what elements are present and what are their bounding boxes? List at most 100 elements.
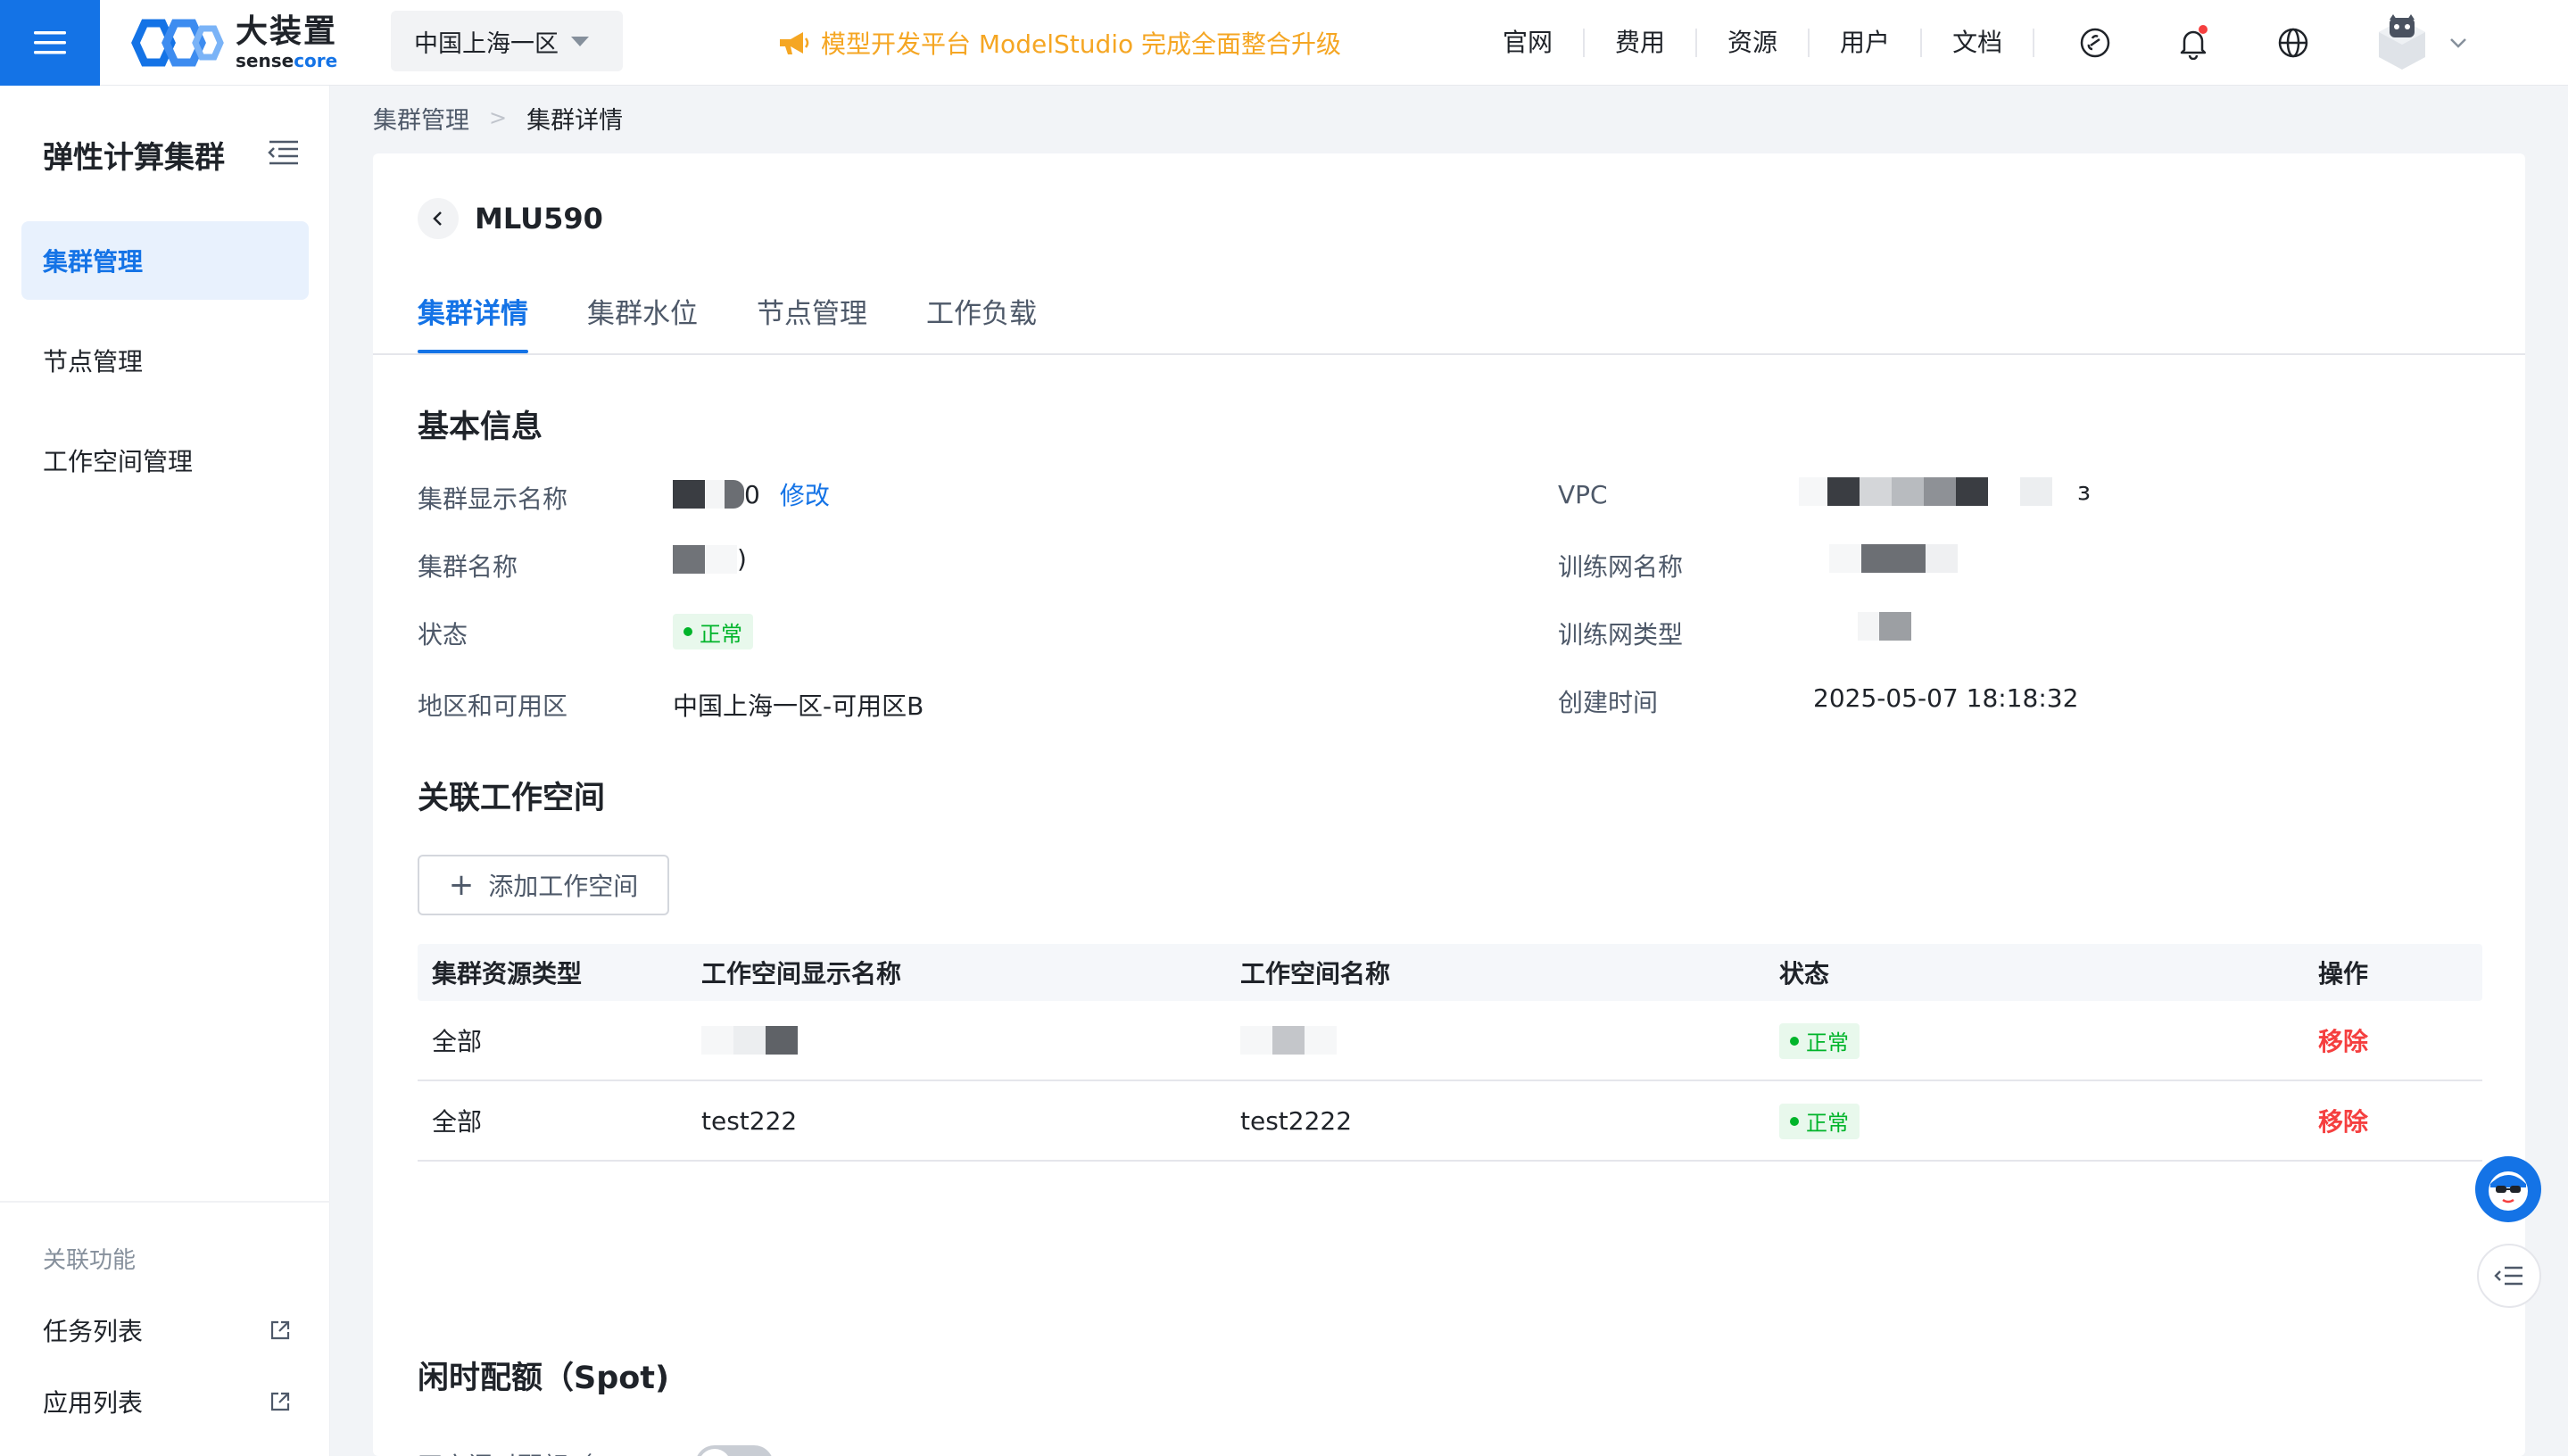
value-vpc: ɜ [1799,476,2091,506]
sidebar-divider [0,1201,330,1203]
label-display-name: 集群显示名称 [418,484,568,514]
cell-workspace-display-name: test222 [701,1105,798,1136]
column-header: 集群资源类型 [432,959,583,989]
chevron-left-icon [433,211,442,226]
remove-workspace-link[interactable]: 移除 [2318,1027,2368,1056]
collapse-sidebar-icon[interactable] [266,136,302,172]
label-status: 状态 [418,620,468,649]
top-nav: 官网 费用 资源 用户 文档 [1472,21,2035,64]
brand-name-cn: 大装置 [236,13,338,50]
redacted-block [1956,476,1988,506]
label-training-network-name: 训练网名称 [1558,552,1684,582]
floating-menu-button[interactable] [2477,1244,2541,1308]
workspace-table: 集群资源类型 工作空间显示名称 工作空间名称 状态 操作 全部 正常 移除 全部… [418,944,2482,1162]
value-region: 中国上海一区-可用区B [673,691,924,721]
redacted-block [1827,476,1860,506]
display-name-tail: 0 [744,479,760,509]
sidebar-item-workspace-management[interactable]: 工作空间管理 [21,421,309,500]
assistant-bot-icon[interactable] [2475,1156,2541,1222]
list-collapse-icon [2494,1266,2522,1286]
redacted-block [1861,544,1926,573]
nav-users[interactable]: 用户 [1810,29,1923,57]
section-title-workspaces: 关联工作空间 [418,781,606,816]
back-button[interactable] [418,198,459,239]
brand-logo[interactable]: 大装置 sensecore [128,12,337,73]
sidebar-link-app-list[interactable]: 应用列表 [43,1379,293,1424]
tab-node-management[interactable]: 节点管理 [757,293,867,353]
breadcrumb-parent[interactable]: 集群管理 [373,101,469,136]
tab-cluster-watermark[interactable]: 集群水位 [587,293,698,353]
section-title-spot: 闲时配额（Spot) [418,1361,670,1396]
cell-workspace-name: test2222 [1240,1105,1353,1136]
chain-icon[interactable] [2070,18,2120,68]
tabs-divider [373,353,2525,355]
region-selector-value: 中国上海一区 [414,29,559,58]
spot-setting-row: 开启闲时配额（Spot) [418,1445,774,1456]
external-link-icon [270,1320,290,1340]
redacted-block [1858,612,1879,641]
chevron-down-icon [2450,38,2466,48]
globe-icon[interactable] [2268,18,2318,68]
nav-billing[interactable]: 费用 [1585,29,1698,57]
label-region: 地区和可用区 [418,691,568,721]
sidebar-item-node-management[interactable]: 节点管理 [21,321,309,400]
remove-workspace-link[interactable]: 移除 [2318,1107,2368,1137]
status-dot [683,627,692,636]
bell-icon[interactable] [2168,18,2218,68]
redacted-block [1272,1026,1305,1055]
detail-tabs: 集群详情 集群水位 节点管理 工作负载 [418,293,1096,353]
redacted-block [2020,476,2052,506]
spot-toggle[interactable] [694,1445,774,1456]
menu-icon[interactable] [0,0,100,86]
nav-docs[interactable]: 文档 [1922,29,2035,57]
value-training-network-type [1858,612,1911,641]
breadcrumb-separator: > [489,105,508,130]
label-training-network-type: 训练网类型 [1558,620,1684,649]
table-row: 全部 正常 移除 [418,1001,2482,1081]
announcement-banner[interactable]: 模型开发平台 ModelStudio 完成全面整合升级 [778,21,1341,64]
sidebar: 弹性计算集群 集群管理 节点管理 工作空间管理 关联功能 任务列表 应用列表 [0,86,330,1456]
redacted-block [1829,544,1861,573]
status-badge: 正常 [1779,1103,1860,1139]
add-workspace-button[interactable]: + 添加工作空间 [418,855,669,915]
brand-name-en: sensecore [236,50,338,71]
redacted-block [705,480,725,509]
sidebar-link-task-list[interactable]: 任务列表 [43,1308,293,1353]
top-bar: 大装置 sensecore 中国上海一区 模型开发平台 ModelStudio … [0,0,2568,86]
vpc-tail: ɜ [2077,476,2091,506]
redacted-block [1240,1026,1272,1055]
redacted-block [1926,544,1958,573]
redacted-block [673,480,705,509]
toggle-knob [698,1449,731,1456]
sidebar-item-label: 集群管理 [43,247,144,277]
redacted-block [1879,612,1911,641]
spot-toggle-label: 开启闲时配额（Spot) [418,1447,659,1456]
value-training-network-name [1829,544,1958,573]
region-selector[interactable]: 中国上海一区 [391,11,623,71]
label-cluster-name: 集群名称 [418,552,518,582]
redacted-block [673,544,705,574]
sidebar-header: 弹性计算集群 [43,132,302,177]
redacted-block [725,480,744,509]
status-dot [1790,1036,1799,1046]
cell-resource-type: 全部 [432,1107,483,1137]
nav-official-site[interactable]: 官网 [1472,29,1586,57]
cluster-name-tail: ) [737,544,747,574]
plus-icon: + [448,867,475,903]
breadcrumb-current: 集群详情 [526,106,624,135]
sidebar-item-cluster-management[interactable]: 集群管理 [21,221,309,300]
cell-workspace-name [1226,1026,1765,1055]
edit-display-name-link[interactable]: 修改 [780,476,830,512]
cell-action: 移除 [2304,1103,2482,1138]
table-row: 全部 test222 test2222 正常 移除 [418,1081,2482,1162]
detail-card: MLU590 集群详情 集群水位 节点管理 工作负载 基本信息 集群显示名称 0… [373,153,2525,1456]
redacted-block [705,544,737,574]
user-menu[interactable] [2373,12,2468,73]
nav-resources[interactable]: 资源 [1697,29,1810,57]
sidebar-link-label: 应用列表 [43,1388,144,1418]
redacted-block [1860,476,1892,506]
cell-resource-type: 全部 [432,1027,483,1056]
tab-workload[interactable]: 工作负载 [926,293,1037,353]
tab-cluster-detail[interactable]: 集群详情 [418,293,528,353]
table-header: 集群资源类型 工作空间显示名称 工作空间名称 状态 操作 [418,944,2482,1001]
